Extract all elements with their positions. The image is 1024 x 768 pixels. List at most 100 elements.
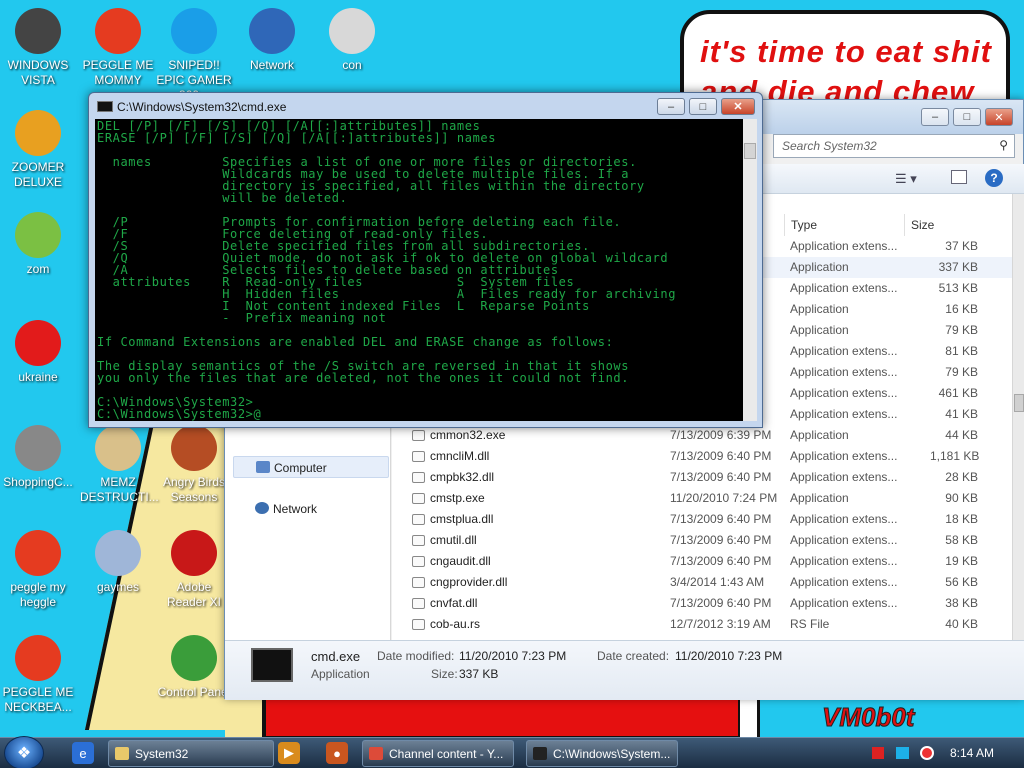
scrollbar-thumb[interactable] [1014,394,1024,412]
clock[interactable]: 8:14 AM [950,746,994,760]
file-date: 7/13/2009 6:40 PM [670,512,772,526]
search-icon[interactable]: ⚲ [999,138,1008,152]
file-row[interactable]: cngprovider.dll 3/4/2014 1:43 AM Applicati… [392,572,1012,593]
file-date: 7/13/2009 6:40 PM [670,533,772,547]
desktop-icon[interactable]: con [314,8,390,73]
desktop-icon[interactable]: Network [234,8,310,73]
desktop-icon[interactable]: WINDOWS VISTA [0,8,76,88]
views-icon[interactable]: ☰ ▾ [895,171,917,187]
cmd-icon [533,747,547,760]
desktop-icon[interactable]: MEMZ DESTRUCTI... [80,425,159,505]
network-icon [249,8,295,54]
file-size: 18 KB [945,512,978,526]
desktop-icon[interactable]: zom [0,212,76,277]
details-pane: cmd.exe Application Date modified: 11/20… [225,640,1024,700]
wallpaper-signature: VM0b0t [821,702,915,733]
details-file-name: cmd.exe [311,649,361,664]
search-input[interactable]: Search System32 ⚲ [773,134,1015,158]
file-type: Application extens... [790,281,898,295]
file-list-scrollbar[interactable] [1012,194,1024,640]
file-icon [412,598,425,609]
file-row[interactable]: cob-au.rs 12/7/2012 3:19 AM RS File 40 KB [392,614,1012,635]
file-name: cnvfat.dll [430,596,478,610]
taskbar-button[interactable]: System32 [108,740,274,767]
column-header-size[interactable]: Size [904,214,1000,236]
desktop-icon[interactable]: Adobe Reader XI [156,530,232,610]
control-panel-icon [171,635,217,681]
desktop-icon[interactable]: peggle my heggle [0,530,76,610]
file-name: cob-au.rs [430,617,481,631]
nav-item-network[interactable]: Network [233,498,389,520]
file-type: Application extens... [790,407,898,421]
file-row[interactable]: cmpbk32.dll 7/13/2009 6:40 PM Application … [392,467,1012,488]
file-size: 44 KB [945,428,978,442]
network-tray-icon[interactable] [896,747,909,759]
file-type: Application extens... [790,449,898,463]
nav-item-computer[interactable]: Computer [233,456,389,478]
taskbar-button[interactable]: Channel content - Y... [362,740,514,767]
folder-icon [115,747,129,760]
desktop-icon[interactable]: SNIPED!! EPIC GAMER 360... [156,8,232,103]
taskbar-button-label: Channel content - Y... [389,747,504,761]
file-row[interactable]: cngaudit.dll 7/13/2009 6:40 PM Application… [392,551,1012,572]
file-row[interactable]: cnvfat.dll 7/13/2009 6:40 PM Application e… [392,593,1012,614]
scrollbar-thumb[interactable] [744,143,756,159]
desktop-icon[interactable]: gaymes [80,530,156,595]
desktop-icon[interactable]: Angry Birds Seasons [156,425,232,505]
file-size: 461 KB [938,386,978,400]
file-size: 41 KB [945,407,978,421]
file-date: 7/13/2009 6:40 PM [670,554,772,568]
close-button[interactable]: ✕ [721,98,755,115]
zoomer-icon [15,110,61,156]
close-button[interactable]: ✕ [985,108,1013,126]
internet-explorer-icon[interactable]: e [72,742,94,764]
file-type: Application [790,323,849,337]
taskbar-button-label: System32 [135,747,189,761]
file-type: RS File [790,617,830,631]
media-player-icon[interactable]: ▶ [278,742,300,764]
start-button[interactable]: ❖ [4,736,44,768]
file-type: Application extens... [790,470,898,484]
volume-icon[interactable] [920,746,934,760]
file-type: Application [790,428,849,442]
desktop-icon[interactable]: PEGGLE ME NECKBEA... [0,635,76,715]
file-name: cmncliM.dll [430,449,490,463]
file-row[interactable]: cmstp.exe 11/20/2010 7:24 PM Application 90… [392,488,1012,509]
file-row[interactable]: cmutil.dll 7/13/2009 6:40 PM Application e… [392,530,1012,551]
preview-pane-icon[interactable] [951,170,967,184]
desktop-icon-label: Control Panel [157,685,231,699]
file-date: 7/13/2009 6:40 PM [670,449,772,463]
file-row[interactable]: cmstplua.dll 7/13/2009 6:40 PM Application… [392,509,1012,530]
desktop-icon-label: con [342,58,362,72]
file-icon [412,556,425,567]
desktop-icon[interactable]: ukraine [0,320,76,385]
help-icon[interactable]: ? [985,169,1003,187]
minimize-button[interactable]: – [921,108,949,126]
file-date: 7/13/2009 6:39 PM [670,428,772,442]
flash-icon [15,425,61,471]
file-name: cmutil.dll [430,533,477,547]
taskbar-button[interactable]: C:\Windows\System... [526,740,678,767]
file-row[interactable]: cmncliM.dll 7/13/2009 6:40 PM Application … [392,446,1012,467]
desktop-icon[interactable]: PEGGLE ME MOMMY [80,8,156,88]
maximize-button[interactable]: □ [689,98,717,115]
desktop-icon[interactable]: ShoppingC... [0,425,76,490]
network-icon [255,502,269,514]
details-modified: 11/20/2010 7:23 PM [459,649,567,663]
games-icon [95,530,141,576]
file-name: cngaudit.dll [430,554,491,568]
file-size: 28 KB [945,470,978,484]
column-header-type[interactable]: Type [784,214,904,236]
desktop-icon[interactable]: ZOOMER DELUXE [0,110,76,190]
cmd-window[interactable]: C:\Windows\System32\cmd.exe – □ ✕ DEL [/… [88,92,763,428]
console-output[interactable]: DEL [/P] [/F] [/S] [/Q] [/A[[:]attribute… [95,119,743,421]
details-modified-label: Date modified: [377,649,455,663]
flag-icon[interactable] [872,747,884,759]
desktop-icon[interactable]: Control Panel [156,635,232,700]
angry-birds-icon[interactable]: ● [326,742,348,764]
console-scrollbar[interactable] [743,119,757,421]
minimize-button[interactable]: – [657,98,685,115]
file-icon [412,430,425,441]
file-row[interactable]: cmmon32.exe 7/13/2009 6:39 PM Application 4… [392,425,1012,446]
maximize-button[interactable]: □ [953,108,981,126]
